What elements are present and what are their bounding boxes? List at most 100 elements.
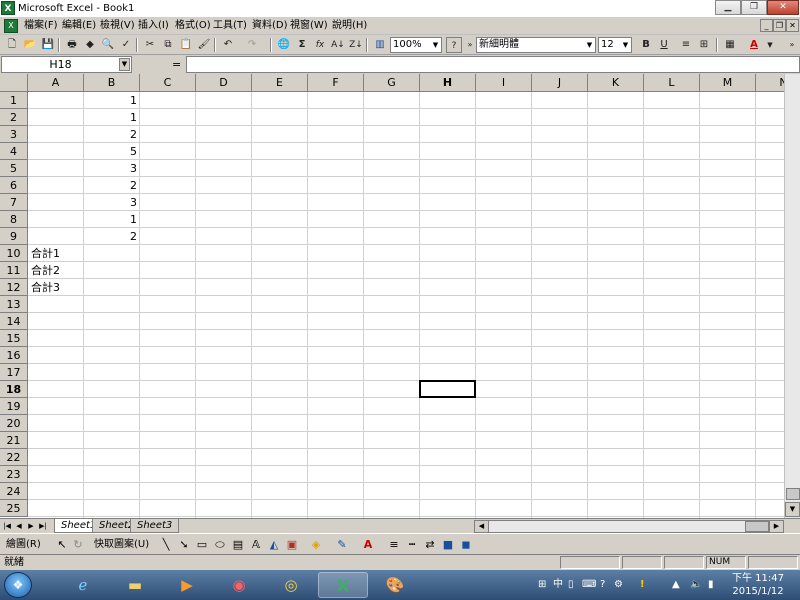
rotate-icon[interactable]: ↻ <box>70 537 86 553</box>
draw-menu-button[interactable]: 繪圖(R) <box>6 538 41 551</box>
row-header-17[interactable]: 17 <box>0 364 28 381</box>
save-icon[interactable]: 💾 <box>40 37 56 53</box>
horizontal-scrollbar[interactable]: ◀ ▶ <box>474 520 784 533</box>
line-color-icon[interactable]: ✎ <box>334 537 350 553</box>
cut-icon[interactable]: ✂ <box>142 37 158 53</box>
borders-icon[interactable]: ▦ <box>722 37 738 53</box>
fill-color-icon[interactable]: ◈ <box>308 537 324 553</box>
column-header-e[interactable]: E <box>252 74 308 92</box>
start-button[interactable]: ❖ <box>4 572 32 598</box>
cell-a11[interactable]: 合計2 <box>28 262 84 279</box>
column-header-c[interactable]: C <box>140 74 196 92</box>
first-sheet-icon[interactable]: |◀ <box>2 520 12 532</box>
minimize-button[interactable]: ▁ <box>715 0 741 15</box>
insert-function-icon[interactable]: fx <box>312 37 328 53</box>
oval-icon[interactable]: ⬭ <box>212 537 228 553</box>
copy-icon[interactable]: ⧉ <box>160 37 176 53</box>
menu-edit[interactable]: 編輯(E) <box>62 19 96 33</box>
row-header-6[interactable]: 6 <box>0 177 28 194</box>
row-header-23[interactable]: 23 <box>0 466 28 483</box>
chevron-down-icon[interactable]: ▼ <box>762 37 778 53</box>
redo-icon[interactable]: ↷ <box>244 37 260 53</box>
open-icon[interactable]: 📂 <box>22 37 38 53</box>
print-icon[interactable]: 🖶 <box>64 37 80 53</box>
taskbar-paint[interactable]: 🎨 <box>370 572 420 598</box>
taskbar-chrome[interactable]: ◎ <box>266 572 316 598</box>
row-header-9[interactable]: 9 <box>0 228 28 245</box>
tray-icon[interactable]: ⚙ <box>614 578 623 591</box>
chevron-down-icon[interactable]: ▼ <box>119 58 130 71</box>
workbook-close-button[interactable]: ✕ <box>786 19 799 32</box>
scroll-left-button[interactable]: ◀ <box>474 520 489 533</box>
active-cell-cursor[interactable] <box>419 380 476 398</box>
cell-a12[interactable]: 合計3 <box>28 279 84 296</box>
ime-keyboard-icon[interactable]: ⌨ <box>582 578 596 591</box>
hyperlink-icon[interactable]: 🌐 <box>276 37 292 53</box>
vertical-scrollbar[interactable]: ▼ <box>784 74 800 518</box>
font-color-icon[interactable]: A <box>746 37 762 53</box>
menu-file[interactable]: 檔案(F) <box>24 19 58 33</box>
line-icon[interactable]: ╲ <box>158 537 174 553</box>
print-preview-icon[interactable]: 🔍 <box>100 37 116 53</box>
underline-button[interactable]: U <box>656 37 672 53</box>
diagram-icon[interactable]: ◭ <box>266 537 282 553</box>
ime-indicator[interactable]: 中 <box>553 578 563 591</box>
last-sheet-icon[interactable]: ▶| <box>38 520 48 532</box>
menu-view[interactable]: 檢視(V) <box>100 19 135 33</box>
spelling-icon[interactable]: ✓ <box>118 37 134 53</box>
column-header-d[interactable]: D <box>196 74 252 92</box>
scroll-down-button[interactable]: ▼ <box>785 502 800 517</box>
textbox-icon[interactable]: ▤ <box>230 537 246 553</box>
workbook-minimize-button[interactable]: _ <box>760 19 773 32</box>
menu-tools[interactable]: 工具(T) <box>213 19 247 33</box>
new-icon[interactable]: 🗋 <box>4 37 20 53</box>
autosum-icon[interactable]: Σ <box>294 37 310 53</box>
cell-b3[interactable]: 2 <box>84 126 140 143</box>
cell-b6[interactable]: 2 <box>84 177 140 194</box>
taskbar-media-player[interactable]: ▶ <box>162 572 212 598</box>
menu-help[interactable]: 說明(H) <box>332 19 367 33</box>
cell-b1[interactable]: 1 <box>84 92 140 109</box>
paste-icon[interactable]: 📋 <box>178 37 194 53</box>
format-painter-icon[interactable]: 🖌 <box>196 37 212 53</box>
select-objects-icon[interactable]: ↖ <box>54 537 70 553</box>
row-header-20[interactable]: 20 <box>0 415 28 432</box>
volume-icon[interactable]: 🔈 <box>690 578 702 591</box>
ime-mode-icon[interactable]: ▯ <box>568 578 574 591</box>
row-header-11[interactable]: 11 <box>0 262 28 279</box>
row-header-14[interactable]: 14 <box>0 313 28 330</box>
zoom-select[interactable]: 100% ▼ <box>390 37 442 53</box>
row-header-21[interactable]: 21 <box>0 432 28 449</box>
column-header-f[interactable]: F <box>308 74 364 92</box>
column-header-a[interactable]: A <box>28 74 84 92</box>
menu-window[interactable]: 視窗(W) <box>290 19 328 33</box>
row-header-22[interactable]: 22 <box>0 449 28 466</box>
chart-wizard-icon[interactable]: ▥ <box>372 37 388 53</box>
undo-icon[interactable]: ↶ <box>220 37 236 53</box>
row-header-18[interactable]: 18 <box>0 381 28 398</box>
row-header-15[interactable]: 15 <box>0 330 28 347</box>
restore-button[interactable]: ❐ <box>741 0 767 15</box>
excel-app-icon[interactable]: X <box>1 1 15 15</box>
taskbar-ie[interactable]: ℯ <box>58 572 108 598</box>
row-header-5[interactable]: 5 <box>0 160 28 177</box>
font-name-select[interactable]: 新細明體 ▼ <box>476 37 596 53</box>
autoshapes-menu-button[interactable]: 快取圖案(U) <box>94 538 149 551</box>
close-window-button[interactable]: ✕ <box>767 0 799 15</box>
cell-b7[interactable]: 3 <box>84 194 140 211</box>
row-header-12[interactable]: 12 <box>0 279 28 296</box>
shadow-icon[interactable]: ■ <box>440 537 456 553</box>
menu-data[interactable]: 資料(D) <box>252 19 288 33</box>
cell-a10[interactable]: 合計1 <box>28 245 84 262</box>
3d-icon[interactable]: ◼ <box>458 537 474 553</box>
taskbar-explorer[interactable]: ▬ <box>110 572 160 598</box>
formula-input[interactable] <box>186 56 800 73</box>
row-header-19[interactable]: 19 <box>0 398 28 415</box>
line-style-icon[interactable]: ≡ <box>386 537 402 553</box>
column-header-g[interactable]: G <box>364 74 420 92</box>
warning-icon[interactable]: ! <box>640 578 645 591</box>
horizontal-scroll-thumb[interactable] <box>745 521 769 532</box>
clipart-icon[interactable]: ▣ <box>284 537 300 553</box>
toolbar-options-icon[interactable]: » <box>784 37 800 53</box>
bold-button[interactable]: B <box>638 37 654 53</box>
